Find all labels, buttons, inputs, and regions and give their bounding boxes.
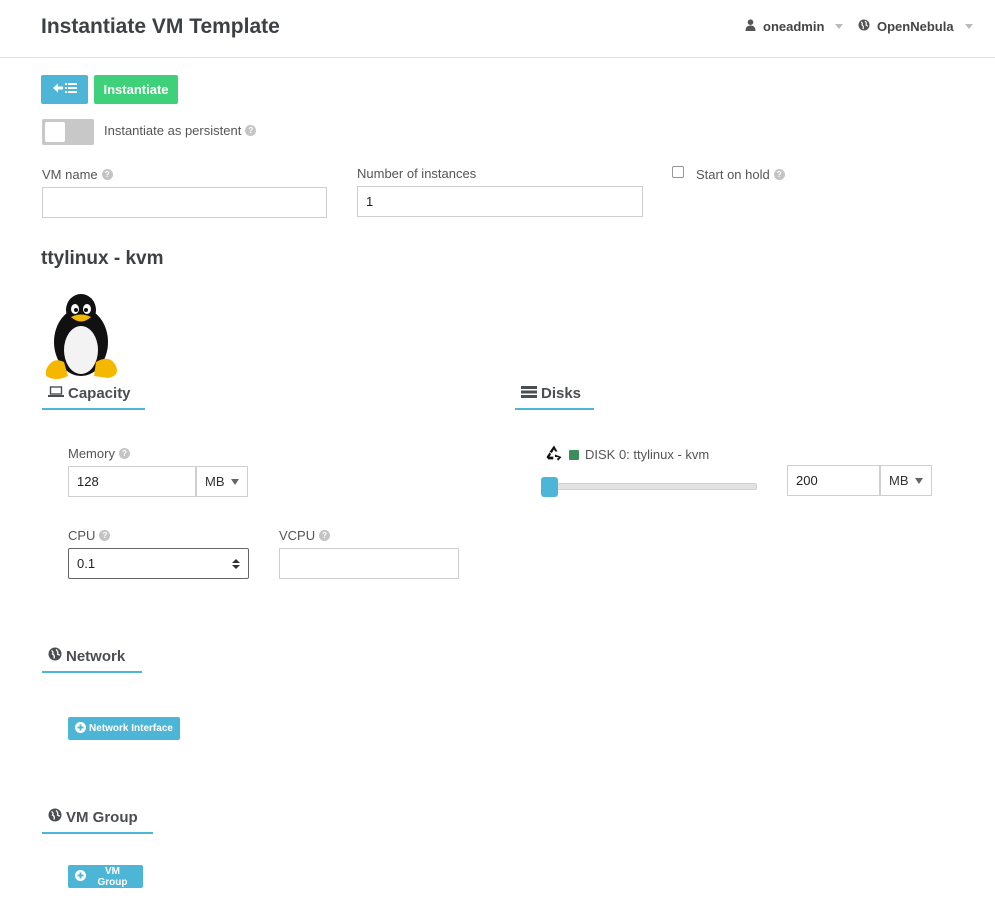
toggle-knob: [45, 122, 65, 142]
plus-circle-icon: [75, 721, 87, 736]
back-list-icon: [52, 82, 78, 97]
persistent-toggle[interactable]: [42, 119, 94, 145]
help-icon[interactable]: ?: [99, 530, 111, 541]
vcpu-label: VCPU ?: [279, 528, 331, 543]
persistent-label: Instantiate as persistent ?: [104, 123, 257, 138]
template-name: ttylinux - kvm: [41, 248, 164, 269]
globe-icon: [858, 19, 870, 34]
help-icon[interactable]: ?: [245, 125, 257, 136]
user-name: oneadmin: [763, 19, 825, 34]
add-vm-group-button[interactable]: VM Group: [68, 865, 143, 888]
zone-name: OpenNebula: [877, 19, 954, 34]
disk-unit-select[interactable]: MB: [880, 465, 932, 496]
disk-size-input[interactable]: 200: [787, 465, 880, 496]
user-menu[interactable]: oneadmin: [745, 19, 844, 34]
memory-unit-select[interactable]: MB: [196, 466, 248, 497]
vcpu-input[interactable]: [279, 548, 459, 579]
chevron-down-icon: [964, 24, 973, 29]
vm-name-label: VM name ?: [42, 167, 113, 182]
disk-name: DISK 0: ttylinux - kvm: [585, 447, 710, 462]
memory-label: Memory ?: [68, 446, 130, 461]
network-section-title: Network: [42, 647, 142, 673]
disk-row: DISK 0: ttylinux - kvm: [545, 444, 709, 465]
plus-circle-icon: [75, 869, 86, 884]
instances-input[interactable]: 1: [357, 186, 643, 217]
disks-section-title: Disks: [515, 385, 594, 410]
zone-menu[interactable]: OpenNebula: [858, 19, 973, 34]
back-to-list-button[interactable]: [41, 75, 88, 104]
server-stack-icon: [521, 385, 537, 402]
help-icon[interactable]: ?: [118, 448, 130, 459]
start-on-hold-checkbox[interactable]: [672, 166, 684, 178]
disk-size-slider-track[interactable]: [549, 483, 757, 490]
start-on-hold-label: Start on hold ?: [696, 167, 785, 182]
instantiate-button[interactable]: Instantiate: [94, 75, 178, 104]
disk-size-slider-handle[interactable]: [541, 477, 558, 497]
globe-icon: [48, 647, 62, 665]
spinner-icon[interactable]: [232, 558, 240, 569]
chevron-down-icon: [835, 24, 844, 29]
memory-input[interactable]: 128: [68, 466, 196, 497]
globe-icon: [48, 808, 62, 826]
user-icon: [745, 19, 756, 34]
add-network-interface-button[interactable]: Network Interface: [68, 717, 180, 740]
chevron-down-icon: [231, 478, 239, 485]
instances-label: Number of instances: [357, 166, 477, 181]
vm-name-input[interactable]: [42, 187, 327, 218]
laptop-icon: [48, 385, 64, 402]
page-title: Instantiate VM Template: [41, 15, 280, 38]
vm-group-section-title: VM Group: [42, 808, 153, 834]
chevron-down-icon: [915, 477, 923, 484]
recycle-icon[interactable]: [545, 444, 563, 465]
linux-tux-logo: [44, 292, 122, 383]
help-icon[interactable]: ?: [319, 530, 331, 541]
page-header: Instantiate VM Template oneadmin OpenNeb…: [0, 0, 995, 58]
disk-color-square: [569, 449, 579, 460]
help-icon[interactable]: ?: [101, 169, 113, 180]
help-icon[interactable]: ?: [773, 169, 785, 180]
capacity-section-title: Capacity: [42, 385, 145, 410]
cpu-input[interactable]: 0.1: [68, 548, 249, 579]
cpu-label: CPU ?: [68, 528, 111, 543]
